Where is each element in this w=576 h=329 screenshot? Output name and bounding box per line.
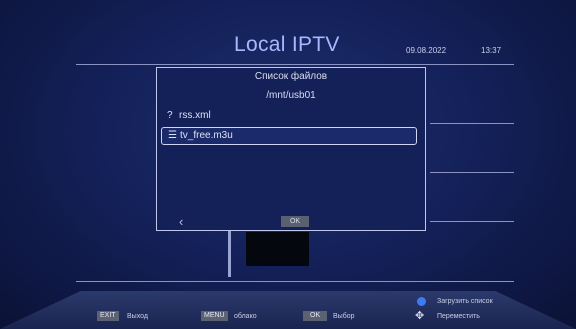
- menu-label: облако: [234, 313, 257, 320]
- list-line-3: [430, 221, 514, 222]
- blue-button-icon[interactable]: [417, 297, 426, 306]
- menu-key[interactable]: MENU: [201, 311, 228, 321]
- list-line-1: [430, 123, 514, 124]
- file-item-rss[interactable]: ? rss.xml: [161, 108, 417, 126]
- file-item-tv-free[interactable]: ☰ tv_free.m3u: [161, 127, 417, 145]
- bottom-divider: [76, 281, 514, 282]
- ok-label: Выбор: [333, 313, 355, 320]
- move-label: Переместить: [437, 313, 480, 320]
- move-arrows-icon: ✥: [415, 310, 425, 322]
- unknown-file-icon: ?: [167, 110, 173, 121]
- file-name: tv_free.m3u: [180, 130, 233, 141]
- exit-key[interactable]: EXIT: [97, 311, 119, 321]
- page-title: Local IPTV: [234, 33, 340, 56]
- file-name: rss.xml: [179, 110, 211, 121]
- back-arrow-icon[interactable]: ‹: [179, 214, 183, 229]
- dialog-title: Список файлов: [254, 71, 328, 82]
- load-list-label: Загрузить список: [437, 298, 493, 305]
- time-display: 13:37: [481, 46, 502, 55]
- file-list-dialog: Список файлов /mnt/usb01 ? rss.xml ☰ tv_…: [156, 67, 426, 231]
- header-divider: [76, 64, 514, 65]
- dialog-path: /mnt/usb01: [266, 90, 316, 101]
- panel-separator: [228, 231, 231, 277]
- playlist-file-icon: ☰: [168, 130, 177, 141]
- ok-button[interactable]: OK: [281, 216, 309, 227]
- footer-bar: [0, 291, 576, 329]
- video-preview: [246, 232, 309, 266]
- ok-key[interactable]: OK: [303, 311, 328, 321]
- iptv-screen: Local IPTV 09.08.2022 13:37 Список файло…: [0, 0, 576, 329]
- exit-label: Выход: [127, 313, 148, 320]
- date-display: 09.08.2022: [406, 46, 447, 55]
- list-line-2: [430, 172, 514, 173]
